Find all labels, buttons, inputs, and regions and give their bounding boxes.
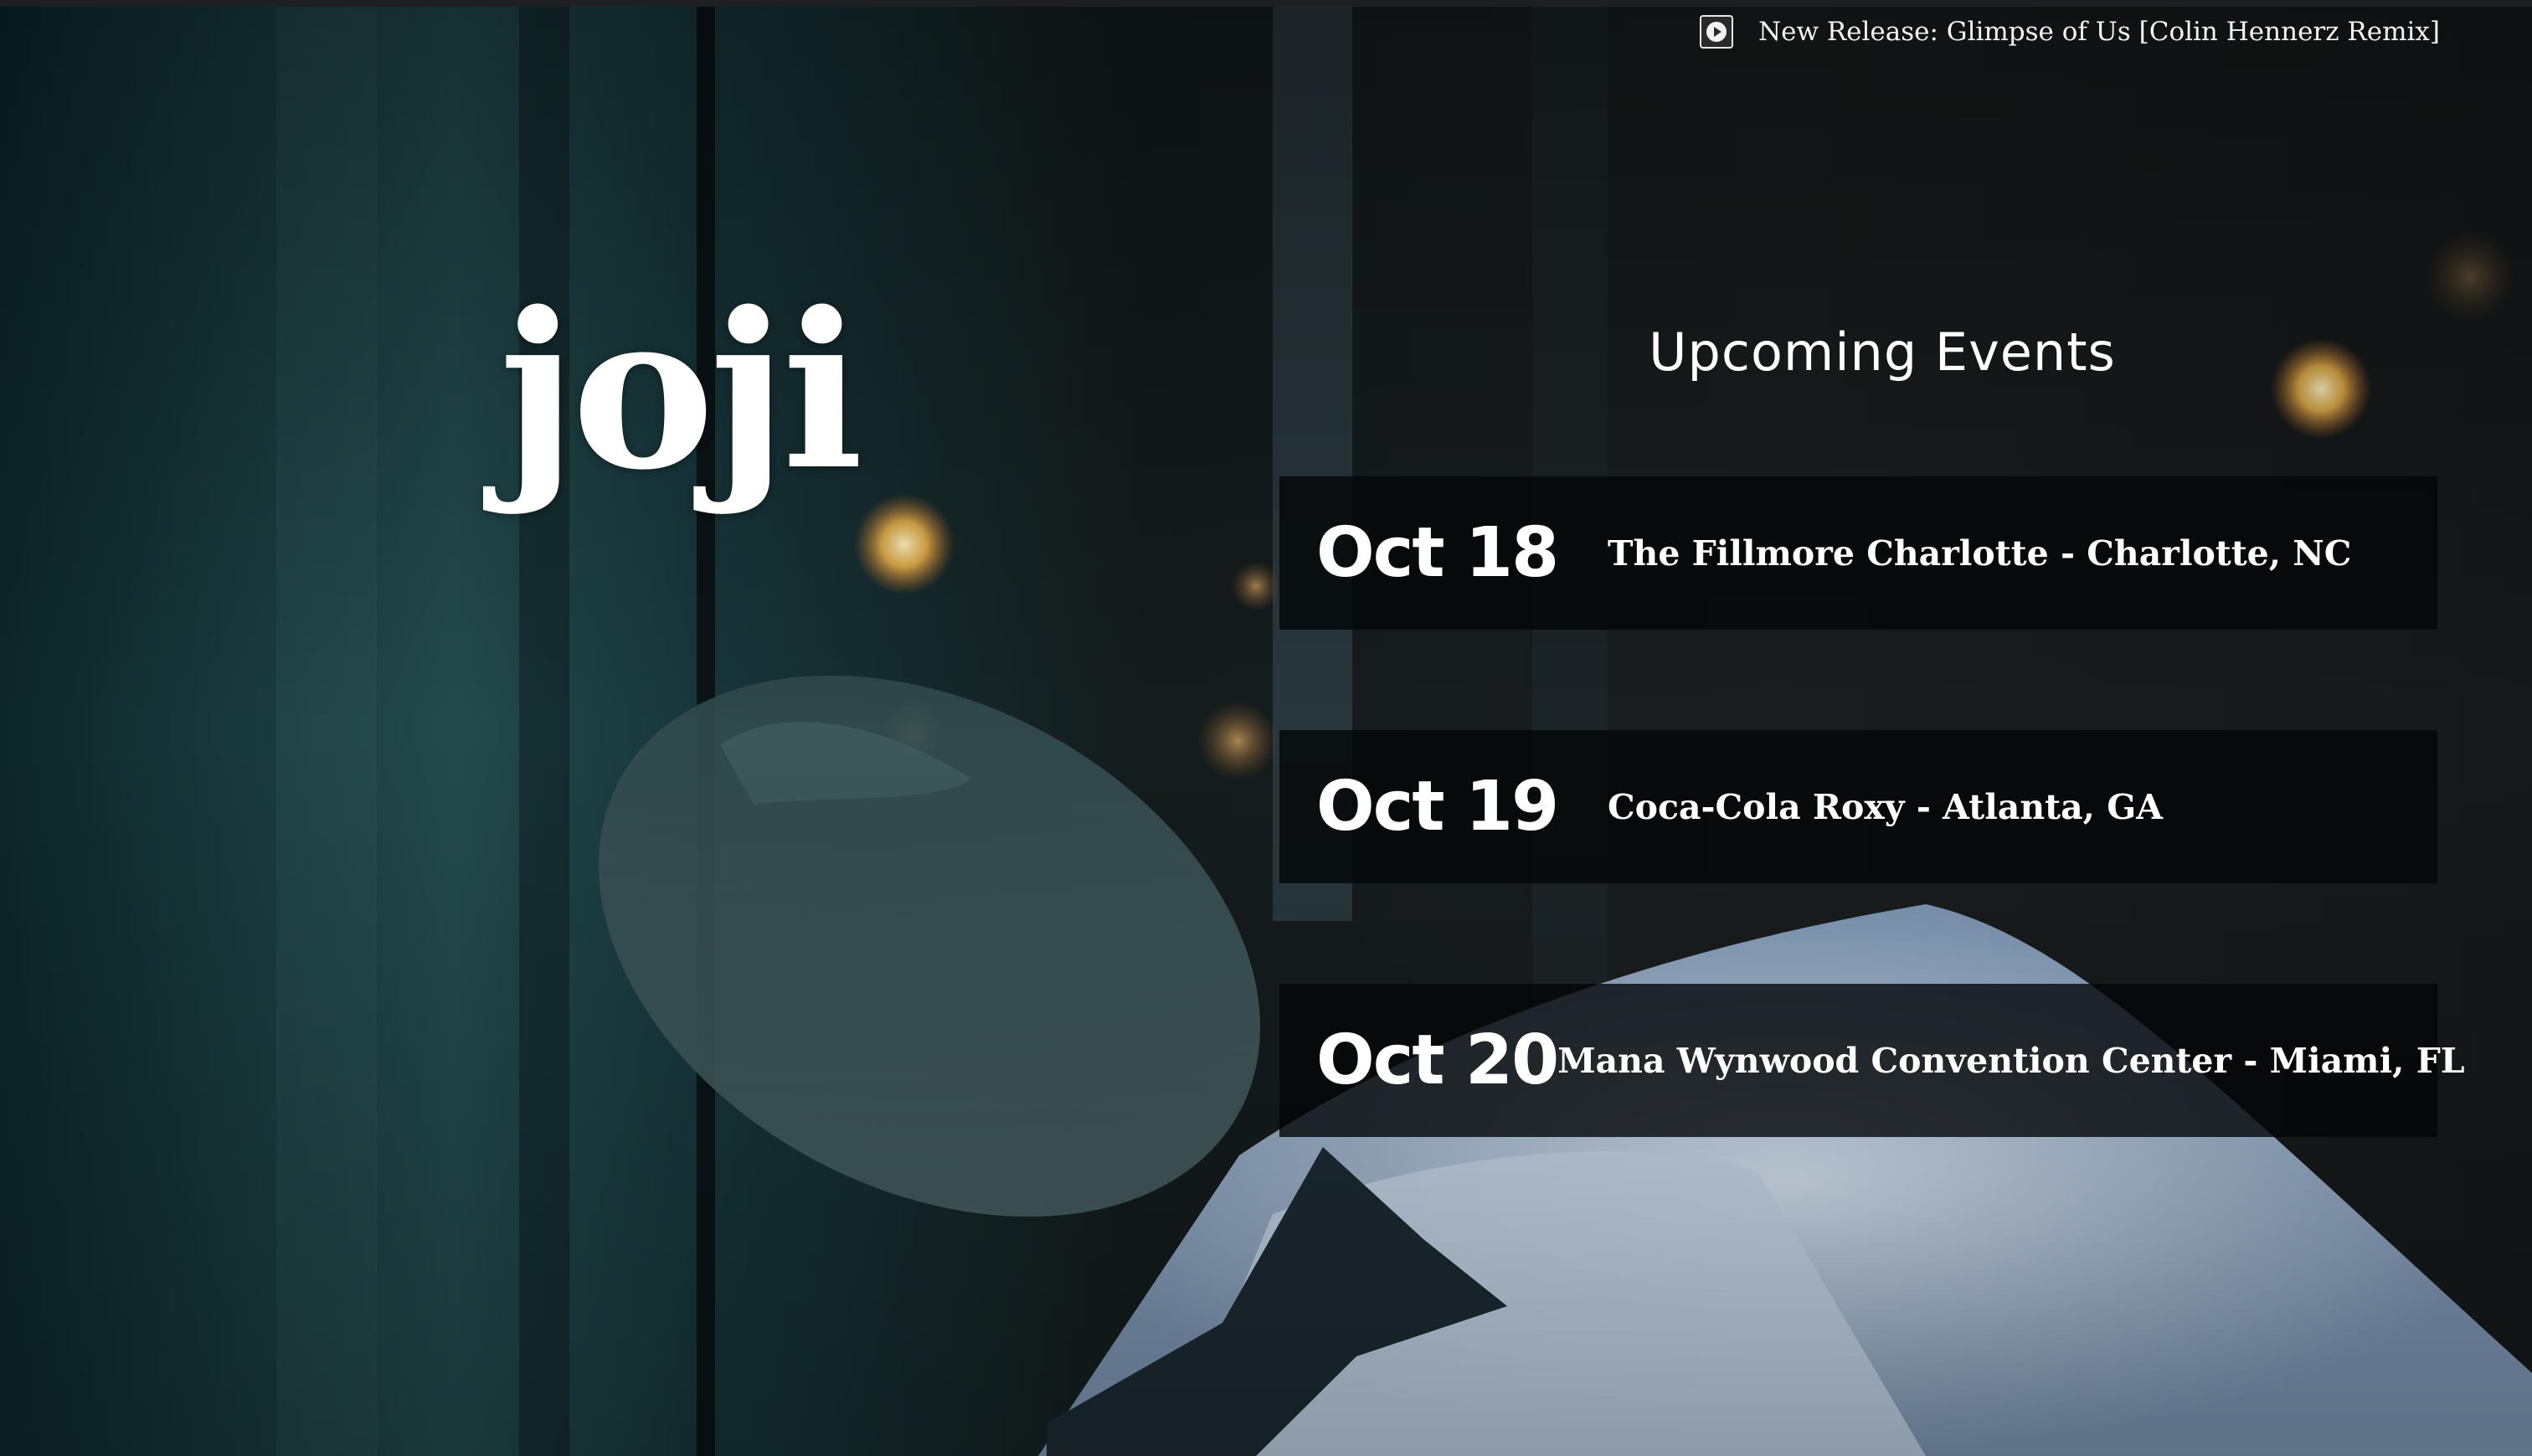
event-venue: Coca-Cola Roxy - Atlanta, GA bbox=[1608, 786, 2164, 827]
new-release-text[interactable]: New Release: Glimpse of Us [Colin Henner… bbox=[1758, 17, 2440, 47]
event-venue: Mana Wynwood Convention Center - Miami, … bbox=[1557, 1040, 2465, 1081]
event-row[interactable]: Oct 19 Coca-Cola Roxy - Atlanta, GA bbox=[1279, 730, 2437, 883]
play-icon[interactable] bbox=[1699, 15, 1733, 49]
event-venue: The Fillmore Charlotte - Charlotte, NC bbox=[1608, 532, 2352, 574]
artist-logo: joji bbox=[499, 266, 863, 517]
browser-top-strip bbox=[0, 0, 2532, 7]
events-heading: Upcoming Events bbox=[1649, 322, 2116, 383]
events-list: Oct 18 The Fillmore Charlotte - Charlott… bbox=[1279, 476, 2465, 1237]
event-row[interactable]: Oct 20 Mana Wynwood Convention Center - … bbox=[1279, 984, 2465, 1137]
event-date: Oct 20 bbox=[1316, 1021, 1559, 1100]
event-date: Oct 18 bbox=[1316, 513, 1559, 593]
page: New Release: Glimpse of Us [Colin Henner… bbox=[0, 0, 2532, 1456]
new-release-link[interactable]: New Release: Glimpse of Us [Colin Henner… bbox=[1699, 15, 2440, 49]
event-row[interactable]: Oct 18 The Fillmore Charlotte - Charlott… bbox=[1279, 476, 2437, 630]
event-date: Oct 19 bbox=[1316, 767, 1559, 846]
